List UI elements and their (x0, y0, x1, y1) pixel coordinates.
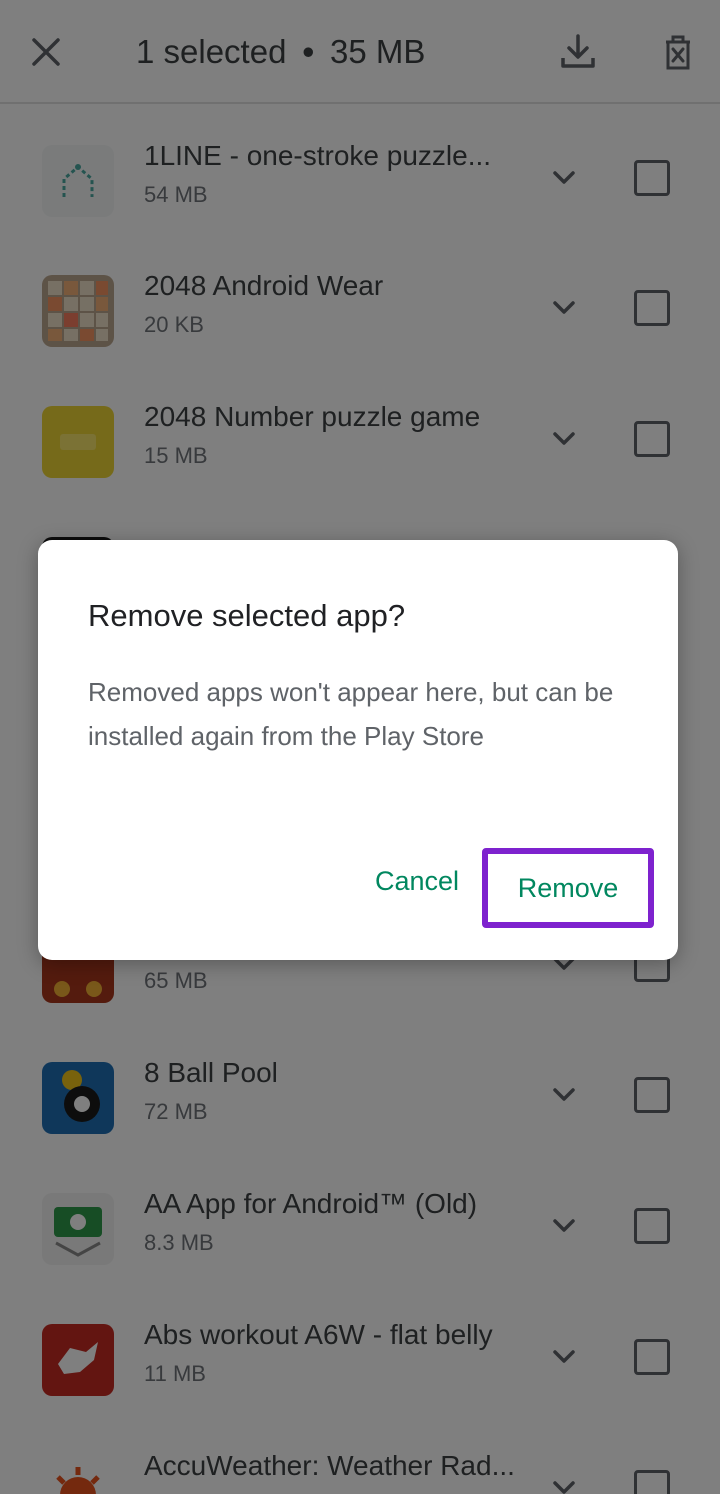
remove-button[interactable]: Remove (482, 848, 654, 928)
dialog-title: Remove selected app? (88, 598, 406, 633)
dialog-message: Removed apps won't appear here, but can … (88, 677, 614, 751)
cancel-button[interactable]: Cancel (358, 858, 476, 904)
remove-app-dialog: Remove selected app? Removed apps won't … (38, 540, 678, 960)
